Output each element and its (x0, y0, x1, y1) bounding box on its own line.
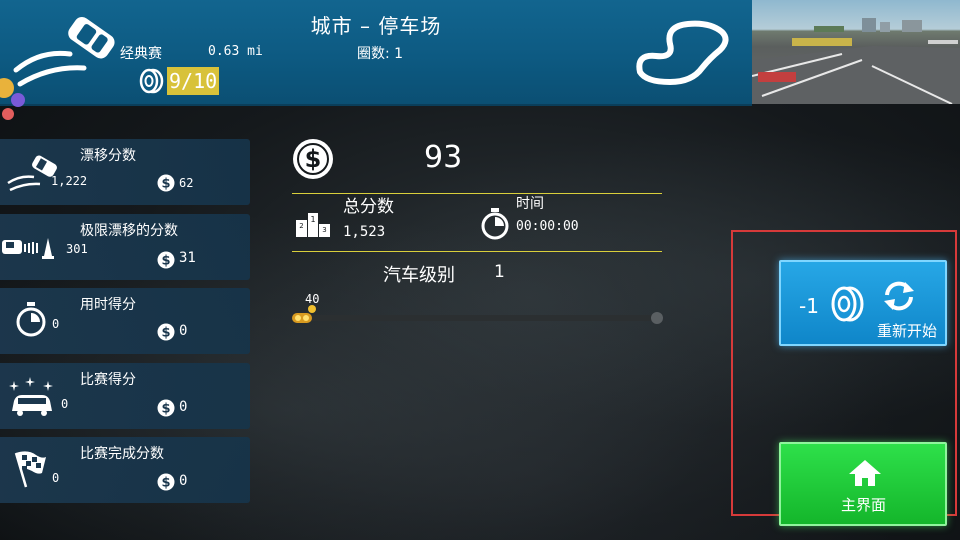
level-progress-bar (300, 315, 657, 321)
svg-text:1: 1 (310, 215, 315, 224)
car-level-label: 汽车级别 (383, 265, 455, 286)
time-label: 时间 (516, 196, 544, 212)
car-level-value: 1 (494, 262, 505, 282)
race-distance: 0.63 mi (208, 44, 263, 59)
dollar-coin-icon: $ (157, 473, 175, 491)
dollar-coin-icon: $ (157, 323, 175, 341)
progress-end-dot (651, 312, 663, 324)
score-title: 比赛得分 (80, 372, 136, 388)
score-title: 用时得分 (80, 297, 136, 313)
score-amount: 0 (61, 397, 69, 411)
car-cones-icon (2, 238, 54, 259)
lap-count: 圈数: 1 (357, 46, 404, 62)
refresh-icon (884, 281, 914, 311)
time-value: 00:00:00 (516, 219, 579, 234)
tire-icon (831, 286, 864, 322)
restart-button[interactable]: -1 重新开始 (779, 260, 947, 346)
score-reward: 0 (179, 473, 188, 489)
race-finish-score-card: 比赛完成分数 0 $ 0 (0, 437, 250, 503)
score-amount: 1,222 (51, 174, 88, 188)
score-title: 比赛完成分数 (80, 446, 164, 462)
score-reward: 0 (179, 323, 188, 339)
score-title: 漂移分数 (80, 148, 136, 164)
main-menu-button[interactable]: 主界面 (779, 442, 947, 526)
svg-text:$: $ (161, 402, 170, 417)
track-preview-image (752, 0, 960, 104)
stopwatch-icon (16, 302, 46, 337)
dollar-coin-icon: $ (157, 251, 175, 269)
total-score-label: 总分数 (343, 197, 394, 217)
svg-text:$: $ (161, 177, 170, 192)
tire-count: 9/10 (167, 67, 220, 95)
race-header: 城市 – 停车场 经典赛 0.63 mi 圈数: 1 9/10 (0, 0, 752, 106)
dollar-coin-icon: $ (157, 399, 175, 417)
score-reward: 0 (179, 399, 188, 415)
progress-marker-icon (292, 305, 316, 323)
score-amount: 0 (52, 317, 60, 331)
score-reward: 62 (179, 176, 194, 190)
main-menu-label: 主界面 (841, 496, 887, 514)
track-layout-icon (636, 20, 729, 85)
race-type: 经典赛 (120, 46, 162, 62)
dollar-coin-icon: $ (293, 139, 333, 179)
stopwatch-icon (481, 208, 509, 240)
podium-icon: 1 2 3 (296, 213, 330, 237)
time-score-card: 用时得分 0 $ 0 (0, 288, 250, 354)
tire-icon (139, 68, 164, 94)
score-amount: 301 (66, 242, 88, 256)
home-icon (849, 460, 881, 486)
dollar-coin-icon: $ (157, 174, 175, 192)
race-score-card: 比赛得分 0 $ 0 (0, 363, 250, 429)
extreme-drift-score-card: 极限漂移的分数 301 $ 31 (0, 214, 250, 280)
sparkle-car-icon (9, 377, 53, 416)
restart-cost: -1 (799, 294, 819, 318)
svg-text:2: 2 (299, 222, 303, 230)
side-decoration-icon (0, 78, 25, 120)
svg-text:$: $ (161, 254, 170, 269)
score-reward: 31 (179, 250, 196, 266)
score-amount: 0 (52, 471, 60, 485)
divider-bottom (292, 251, 662, 252)
svg-text:$: $ (305, 145, 322, 173)
svg-text:$: $ (161, 476, 170, 491)
earned-money: 93 (424, 140, 463, 175)
checkered-flag-icon (14, 451, 46, 488)
drift-score-card: 漂移分数 1,222 $ 62 (0, 139, 250, 205)
svg-text:3: 3 (322, 226, 326, 234)
restart-label: 重新开始 (877, 322, 938, 340)
score-title: 极限漂移的分数 (80, 223, 178, 239)
svg-text:$: $ (161, 326, 170, 341)
total-score-value: 1,523 (343, 224, 386, 240)
